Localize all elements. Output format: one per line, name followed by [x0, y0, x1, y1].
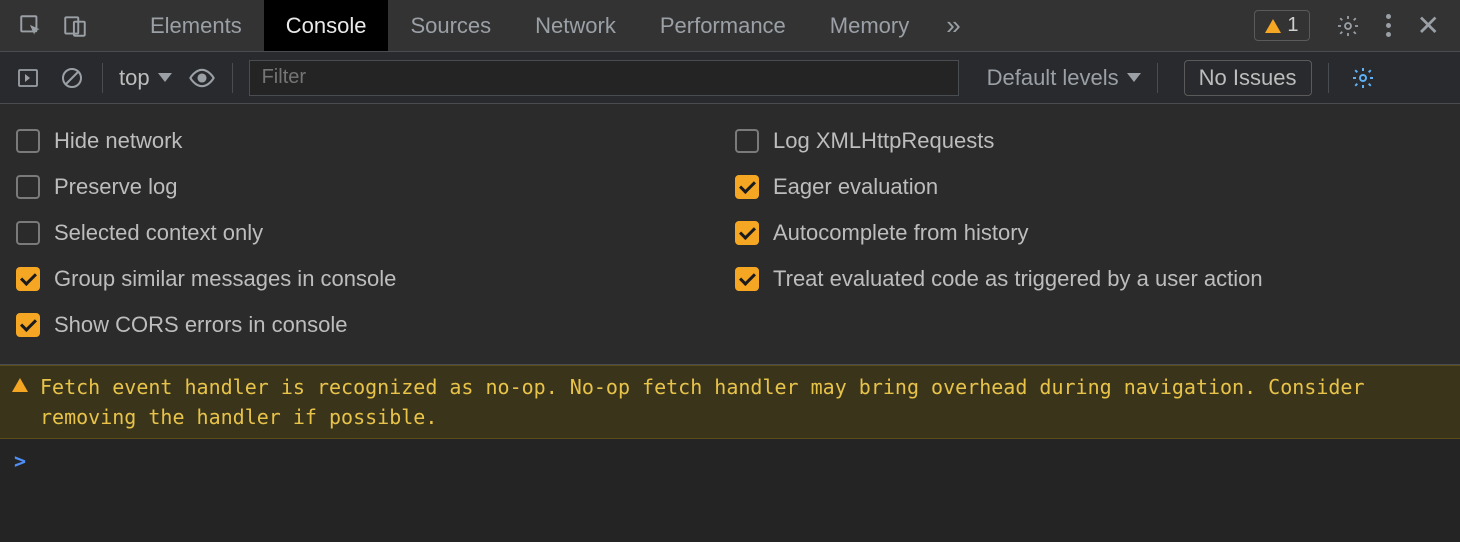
clear-console-icon[interactable]: [58, 64, 86, 92]
issues-label: No Issues: [1199, 65, 1297, 90]
toolbar-separator: [232, 63, 233, 93]
close-icon[interactable]: ✕: [1417, 12, 1440, 40]
setting-selected-context-only[interactable]: Selected context only: [16, 220, 725, 246]
filter-input[interactable]: [249, 60, 959, 96]
console-toolbar: top Default levels No Issues: [0, 52, 1460, 104]
context-label: top: [119, 65, 150, 91]
setting-treat-as-user-action[interactable]: Treat evaluated code as triggered by a u…: [735, 266, 1444, 292]
checkbox[interactable]: [16, 313, 40, 337]
tab-label: Performance: [660, 13, 786, 39]
checkbox-label: Autocomplete from history: [773, 220, 1029, 246]
inspect-element-icon[interactable]: [18, 13, 44, 39]
setting-group-similar[interactable]: Group similar messages in console: [16, 266, 725, 292]
checkbox-label: Group similar messages in console: [54, 266, 396, 292]
tab-network[interactable]: Network: [513, 0, 638, 51]
toolbar-separator: [102, 63, 103, 93]
warnings-count-badge[interactable]: 1: [1254, 10, 1309, 41]
checkbox-label: Show CORS errors in console: [54, 312, 347, 338]
tabstrip-left-icons: [0, 13, 88, 39]
console-settings-panel: Hide network Log XMLHttpRequests Preserv…: [0, 104, 1460, 365]
warning-triangle-icon: [1265, 19, 1281, 33]
warning-triangle-icon: [12, 378, 28, 392]
checkbox[interactable]: [16, 267, 40, 291]
console-warning-message: Fetch event handler is recognized as no-…: [0, 365, 1460, 439]
toolbar-separator: [1157, 63, 1158, 93]
setting-preserve-log[interactable]: Preserve log: [16, 174, 725, 200]
tab-label: Console: [286, 13, 367, 39]
checkbox-label: Preserve log: [54, 174, 178, 200]
overflow-glyph: »: [946, 10, 960, 41]
tab-elements[interactable]: Elements: [128, 0, 264, 51]
tab-console[interactable]: Console: [264, 0, 389, 51]
log-levels-selector[interactable]: Default levels: [987, 65, 1141, 91]
checkbox-label: Log XMLHttpRequests: [773, 128, 994, 154]
checkbox-label: Selected context only: [54, 220, 263, 246]
checkbox-label: Hide network: [54, 128, 182, 154]
checkbox[interactable]: [735, 221, 759, 245]
toolbar-separator: [1328, 63, 1329, 93]
checkbox[interactable]: [735, 129, 759, 153]
tab-label: Elements: [150, 13, 242, 39]
checkbox-label: Treat evaluated code as triggered by a u…: [773, 266, 1263, 292]
more-options-icon[interactable]: [1386, 14, 1391, 37]
levels-label: Default levels: [987, 65, 1119, 91]
tab-label: Sources: [410, 13, 491, 39]
setting-hide-network[interactable]: Hide network: [16, 128, 725, 154]
console-settings-gear-icon[interactable]: [1351, 66, 1375, 90]
checkbox-label: Eager evaluation: [773, 174, 938, 200]
live-expression-icon[interactable]: [188, 64, 216, 92]
chevron-down-icon: [158, 73, 172, 82]
execution-context-selector[interactable]: top: [119, 65, 172, 91]
checkbox[interactable]: [16, 221, 40, 245]
tab-performance[interactable]: Performance: [638, 0, 808, 51]
panel-tabs: Elements Console Sources Network Perform…: [128, 0, 976, 51]
tabs-overflow-button[interactable]: »: [931, 0, 975, 51]
device-toggle-icon[interactable]: [62, 13, 88, 39]
warning-text: Fetch event handler is recognized as no-…: [40, 372, 1444, 432]
tab-label: Memory: [830, 13, 909, 39]
tab-memory[interactable]: Memory: [808, 0, 931, 51]
checkbox[interactable]: [16, 175, 40, 199]
tabstrip-right: 1 ✕: [1254, 10, 1460, 41]
setting-log-xhr[interactable]: Log XMLHttpRequests: [735, 128, 1444, 154]
tab-label: Network: [535, 13, 616, 39]
settings-gear-icon[interactable]: [1336, 14, 1360, 38]
warnings-count: 1: [1287, 14, 1298, 37]
checkbox[interactable]: [16, 129, 40, 153]
tab-sources[interactable]: Sources: [388, 0, 513, 51]
setting-eager-evaluation[interactable]: Eager evaluation: [735, 174, 1444, 200]
console-prompt[interactable]: >: [0, 439, 1460, 483]
prompt-chevron-icon: >: [14, 449, 26, 473]
issues-button[interactable]: No Issues: [1184, 60, 1312, 96]
chevron-down-icon: [1127, 73, 1141, 82]
toggle-sidebar-icon[interactable]: [14, 64, 42, 92]
checkbox[interactable]: [735, 267, 759, 291]
setting-show-cors-errors[interactable]: Show CORS errors in console: [16, 312, 725, 338]
checkbox[interactable]: [735, 175, 759, 199]
devtools-tabstrip: Elements Console Sources Network Perform…: [0, 0, 1460, 52]
setting-autocomplete-history[interactable]: Autocomplete from history: [735, 220, 1444, 246]
